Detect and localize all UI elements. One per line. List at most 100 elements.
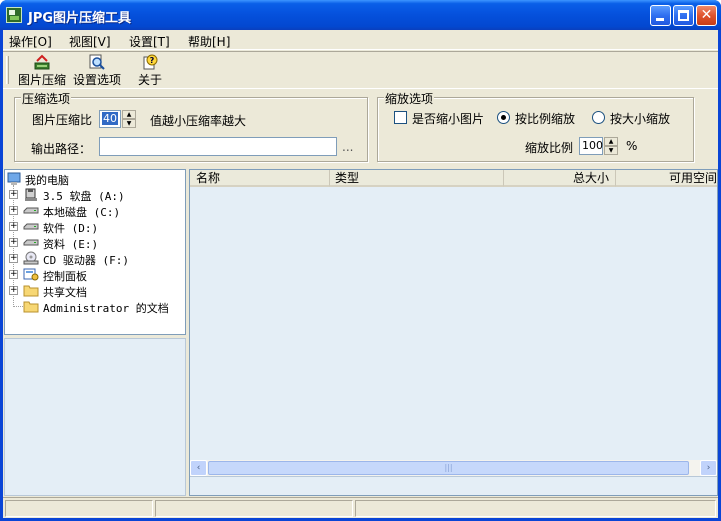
expand-icon[interactable]: + [9,238,18,247]
toolbar-grip[interactable] [6,56,9,84]
compress-options-group: 压缩选项 图片压缩比 40 ▲ ▼ 值越小压缩率越大 输出路径： ... [14,90,368,162]
ratio-spinner[interactable]: ▲ ▼ [122,110,136,128]
tree-item-my-computer[interactable]: 我的电脑 [5,171,185,187]
compress-options-title: 压缩选项 [21,90,72,107]
client-area: 操作[O] 视图[V] 设置[T] 帮助[H] 图片压缩 设置选项 ? 关于 压… [3,30,718,518]
shrink-checkbox[interactable] [394,111,407,124]
status-bar [3,497,718,518]
output-path-label: 输出路径： [31,142,92,156]
expand-icon[interactable]: + [9,270,18,279]
column-name[interactable]: 名称 [190,170,330,187]
scale-by-size-label[interactable]: 按大小缩放 [610,110,670,127]
close-button[interactable]: ✕ [696,5,717,26]
compress-icon [33,54,51,70]
list-footer [190,476,717,495]
tree-item-floppy[interactable]: + 3.5 软盘 (A:) [5,187,185,203]
tree-item-drive-d[interactable]: + 软件 (D:) [5,219,185,235]
control-panel-icon [23,267,39,281]
horizontal-scrollbar[interactable]: ‹ ||| › [190,460,717,476]
scale-by-ratio-radio[interactable] [497,111,510,124]
title-bar[interactable]: JPG图片压缩工具 ✕ [0,0,721,30]
scale-options-group: 缩放选项 是否缩小图片 按比例缩放 按大小缩放 缩放比例 100 ▲ ▼ % [377,90,694,162]
window-title: JPG图片压缩工具 [28,11,132,26]
column-type[interactable]: 类型 [330,170,504,187]
tree-item-label: 我的电脑 [25,174,69,187]
output-path-input[interactable] [99,137,337,156]
ratio-hint: 值越小压缩率越大 [150,114,247,128]
tree-item-label: 资料 (E:) [43,238,99,251]
compress-label: 图片压缩 [17,73,66,87]
minimize-button[interactable] [650,5,671,26]
scale-ratio-spinner[interactable]: ▲ ▼ [604,137,618,155]
scroll-thumb[interactable]: ||| [208,461,689,475]
settings-label: 设置选项 [72,73,121,87]
spin-up-icon[interactable]: ▲ [122,110,136,119]
preview-pane [4,338,186,496]
menu-view[interactable]: 视图[V] [69,33,111,50]
file-list[interactable]: 名称 类型 总大小 可用空间 ‹ ||| › [189,169,718,496]
percent-sign: % [626,139,638,153]
folder-icon [23,284,39,297]
settings-button[interactable]: 设置选项 [71,54,123,88]
tree-item-local-disk-c[interactable]: + 本地磁盘 (C:) [5,203,185,219]
status-panel [155,500,353,517]
menu-help[interactable]: 帮助[H] [188,33,230,50]
drive-icon [23,237,39,250]
tree-item-admin-docs[interactable]: Administrator 的文档 [5,299,185,315]
spin-down-icon[interactable]: ▼ [604,146,618,155]
expand-icon[interactable]: + [9,206,18,215]
browse-button[interactable]: ... [342,140,353,154]
scale-ratio-label: 缩放比例 [525,141,574,155]
spin-up-icon[interactable]: ▲ [604,137,618,146]
ratio-input[interactable]: 40 [99,110,121,128]
computer-icon [7,172,23,185]
folder-tree[interactable]: 我的电脑 + 3.5 软盘 (A:) + 本地磁盘 (C:) + 软件 (D:)… [4,169,186,335]
minimize-icon [656,18,664,21]
scale-by-ratio-label[interactable]: 按比例缩放 [515,110,575,127]
tree-item-label: CD 驱动器 (F:) [43,254,129,267]
app-icon [6,7,22,23]
scale-ratio-value: 100 [582,139,603,152]
magnifier-settings-icon [88,54,106,70]
menu-settings[interactable]: 设置[T] [129,33,170,50]
floppy-icon [23,188,39,201]
drive-icon [23,221,39,234]
tree-item-label: 控制面板 [43,270,87,283]
cd-drive-icon [23,251,39,265]
scale-ratio-input[interactable]: 100 [579,137,603,155]
ratio-value: 40 [102,112,118,125]
toolbar: 图片压缩 设置选项 ? 关于 [3,51,718,89]
expand-icon[interactable]: + [9,286,18,295]
menu-operate[interactable]: 操作[O] [9,33,52,50]
ratio-label: 图片压缩比 [32,113,93,127]
maximize-icon [678,10,689,21]
tree-item-label: 3.5 软盘 (A:) [43,190,125,203]
column-free-space[interactable]: 可用空间 [616,170,717,187]
tree-item-label: 软件 (D:) [43,222,99,235]
drive-icon [23,205,39,218]
help-about-icon: ? [141,54,159,70]
expand-icon[interactable]: + [9,222,18,231]
spin-down-icon[interactable]: ▼ [122,119,136,128]
column-total-size[interactable]: 总大小 [504,170,616,187]
scale-options-title: 缩放选项 [384,90,435,107]
about-button[interactable]: ? 关于 [130,54,170,88]
scroll-right-icon[interactable]: › [700,460,717,476]
scroll-left-icon[interactable]: ‹ [190,460,207,476]
shrink-label[interactable]: 是否缩小图片 [412,110,484,127]
status-panel [355,500,716,517]
options-panel: 压缩选项 图片压缩比 40 ▲ ▼ 值越小压缩率越大 输出路径： ... 缩放选… [3,90,718,168]
expand-icon[interactable]: + [9,254,18,263]
tree-item-shared-docs[interactable]: + 共享文档 [5,283,185,299]
scale-by-size-radio[interactable] [592,111,605,124]
expand-icon[interactable]: + [9,190,18,199]
menu-bar: 操作[O] 视图[V] 设置[T] 帮助[H] [3,30,718,50]
status-panel [5,500,153,517]
compress-button[interactable]: 图片压缩 [16,54,68,88]
tree-item-cd-drive-f[interactable]: + CD 驱动器 (F:) [5,251,185,267]
close-icon: ✕ [700,7,713,23]
maximize-button[interactable] [673,5,694,26]
tree-item-drive-e[interactable]: + 资料 (E:) [5,235,185,251]
app-window: JPG图片压缩工具 ✕ 操作[O] 视图[V] 设置[T] 帮助[H] 图片压缩… [0,0,721,521]
tree-item-control-panel[interactable]: + 控制面板 [5,267,185,283]
